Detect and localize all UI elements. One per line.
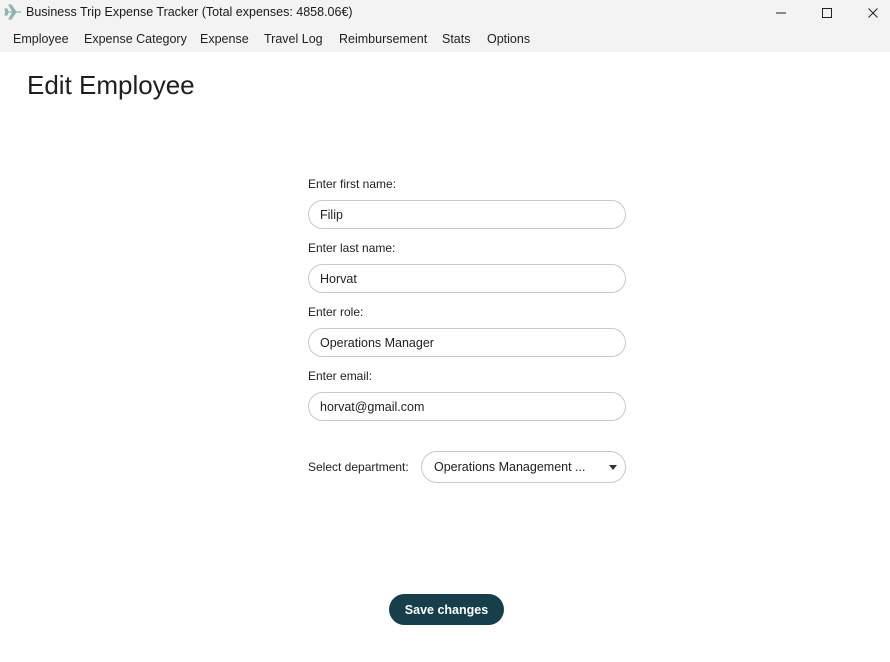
close-icon	[868, 8, 878, 18]
maximize-button[interactable]	[804, 0, 850, 26]
menu-reimbursement[interactable]: Reimbursement	[339, 32, 427, 46]
first-name-label: Enter first name:	[308, 177, 397, 191]
page-title: Edit Employee	[27, 70, 195, 100]
menu-bar: Employee Expense Category Expense Travel…	[0, 26, 890, 52]
last-name-label: Enter last name:	[308, 241, 396, 255]
menu-stats[interactable]: Stats	[442, 32, 471, 46]
airplane-icon	[4, 3, 22, 21]
email-label: Enter email:	[308, 369, 373, 383]
department-label: Select department:	[308, 460, 409, 474]
chevron-down-icon	[609, 465, 617, 470]
last-name-input[interactable]	[308, 264, 626, 293]
menu-travel-log[interactable]: Travel Log	[264, 32, 323, 46]
first-name-input[interactable]	[308, 200, 626, 229]
title-bar: Business Trip Expense Tracker (Total exp…	[0, 0, 890, 26]
department-selected-value: Operations Management ...	[434, 460, 586, 474]
close-button[interactable]	[850, 0, 890, 26]
role-label: Enter role:	[308, 305, 364, 319]
window-title: Business Trip Expense Tracker (Total exp…	[26, 5, 353, 19]
minimize-icon	[776, 12, 786, 14]
save-changes-button[interactable]: Save changes	[389, 594, 504, 625]
menu-expense[interactable]: Expense	[200, 32, 249, 46]
role-input[interactable]	[308, 328, 626, 357]
maximize-icon	[822, 8, 832, 18]
department-select[interactable]: Operations Management ...	[421, 451, 626, 483]
menu-employee[interactable]: Employee	[13, 32, 69, 46]
email-input[interactable]	[308, 392, 626, 421]
menu-options[interactable]: Options	[487, 32, 530, 46]
menu-expense-category[interactable]: Expense Category	[84, 32, 187, 46]
minimize-button[interactable]	[758, 0, 804, 26]
